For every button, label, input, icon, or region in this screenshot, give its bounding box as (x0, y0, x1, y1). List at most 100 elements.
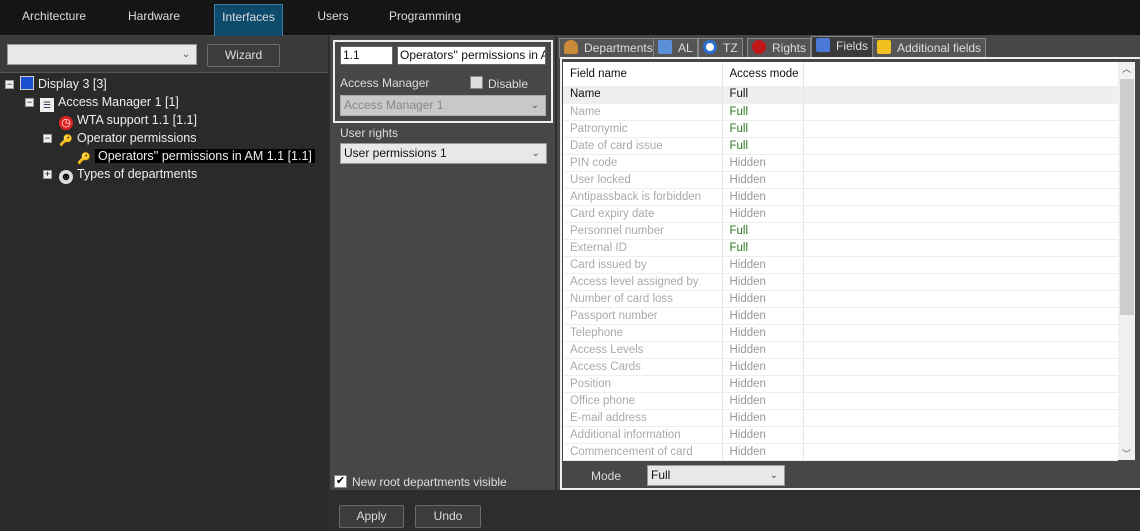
access-mode-cell[interactable]: Hidden (722, 205, 804, 223)
tab-architecture[interactable]: Architecture (14, 4, 94, 36)
table-row[interactable]: User locked Hidden (563, 171, 1118, 189)
table-row[interactable]: Commencement of card Hidden (563, 443, 1118, 461)
tree-node-types-of-departments[interactable]: ☻ Types of departments (59, 165, 197, 184)
departments-icon: ☻ (59, 170, 73, 184)
access-mode-cell[interactable]: Hidden (722, 341, 804, 359)
table-row[interactable]: Date of card issue Full (563, 137, 1118, 155)
table-row[interactable]: Office phone Hidden (563, 392, 1118, 410)
tree-node-access-manager[interactable]: ☰ Access Manager 1 [1] (40, 93, 179, 112)
field-name-cell: Number of card loss (563, 290, 723, 308)
access-mode-cell[interactable]: Hidden (722, 443, 804, 461)
access-mode-cell[interactable]: Full (722, 137, 804, 155)
table-row[interactable]: Antipassback is forbidden Hidden (563, 188, 1118, 206)
table-row[interactable]: Additional information Hidden (563, 426, 1118, 444)
apply-button[interactable]: Apply (339, 505, 404, 528)
tab-fields[interactable]: Fields (811, 36, 874, 58)
table-row[interactable]: PIN code Hidden (563, 154, 1118, 172)
expand-icon[interactable]: + (43, 170, 52, 179)
tab-tz[interactable]: TZ (698, 38, 743, 58)
scroll-down-icon[interactable]: ﹀ (1118, 447, 1135, 460)
new-root-departments-checkbox[interactable]: ✔ (334, 475, 347, 488)
table-row[interactable]: Card expiry date Hidden (563, 205, 1118, 223)
access-mode-cell[interactable]: Full (722, 86, 804, 104)
filler-cell (803, 222, 1118, 240)
field-name-cell: Card issued by (563, 256, 723, 274)
access-mode-cell[interactable]: Full (722, 103, 804, 121)
disable-checkbox[interactable] (470, 76, 483, 89)
access-mode-cell[interactable]: Full (722, 239, 804, 257)
name-input[interactable]: Operators'' permissions in AM 1.1 [1.1] (397, 46, 546, 65)
access-mode-cell[interactable]: Full (722, 120, 804, 138)
table-row[interactable]: Card issued by Hidden (563, 256, 1118, 274)
access-manager-combo[interactable]: Access Manager 1 ⌄ (340, 95, 546, 116)
scroll-up-icon[interactable]: ︿ (1118, 62, 1135, 75)
access-mode-cell[interactable]: Hidden (722, 426, 804, 444)
access-mode-cell[interactable]: Hidden (722, 188, 804, 206)
id-input[interactable]: 1.1 (340, 46, 393, 65)
tree-node-operator-permissions[interactable]: 🔑 Operator permissions (59, 129, 196, 147)
access-mode-cell[interactable]: Hidden (722, 256, 804, 274)
access-mode-cell[interactable]: Hidden (722, 375, 804, 393)
tab-programming[interactable]: Programming (385, 4, 465, 36)
tree-node-operators-permissions-am[interactable]: 🔑 Operators'' permissions in AM 1.1 [1.1] (77, 147, 315, 165)
tab-additional-fields[interactable]: Additional fields (872, 38, 987, 58)
tab-hardware[interactable]: Hardware (114, 4, 194, 36)
table-row[interactable]: Name Full (563, 86, 1118, 104)
object-filter-combo[interactable]: ⌄ (7, 44, 197, 65)
tab-users[interactable]: Users (300, 4, 366, 36)
field-name-cell: Access Levels (563, 341, 723, 359)
table-row[interactable]: Access Cards Hidden (563, 358, 1118, 376)
table-row[interactable]: Passport number Hidden (563, 307, 1118, 325)
table-row[interactable]: E-mail address Hidden (563, 409, 1118, 427)
tree-node-display[interactable]: Display 3 [3] (20, 75, 107, 93)
table-row[interactable]: Access level assigned by Hidden (563, 273, 1118, 291)
table-row[interactable]: External ID Full (563, 239, 1118, 257)
access-mode-cell[interactable]: Hidden (722, 273, 804, 291)
table-row[interactable]: Number of card loss Hidden (563, 290, 1118, 308)
column-header-access-mode[interactable]: Access mode (722, 62, 804, 86)
table-row[interactable]: Position Hidden (563, 375, 1118, 393)
scrollbar-thumb[interactable] (1120, 79, 1134, 315)
disable-label: Disable (488, 77, 529, 91)
field-name-cell: Commencement of card (563, 443, 723, 461)
new-root-departments-label: New root departments visible (352, 475, 507, 489)
field-name-cell: Additional information (563, 426, 723, 444)
table-row[interactable]: Personnel number Full (563, 222, 1118, 240)
access-mode-cell[interactable]: Hidden (722, 171, 804, 189)
access-mode-cell[interactable]: Hidden (722, 392, 804, 410)
access-mode-cell[interactable]: Full (722, 222, 804, 240)
field-name-cell: Telephone (563, 324, 723, 342)
properties-panel: 1.1 Operators'' permissions in AM 1.1 [1… (330, 36, 555, 490)
table-row[interactable]: Telephone Hidden (563, 324, 1118, 342)
filler-cell (803, 273, 1118, 291)
access-mode-cell[interactable]: Hidden (722, 154, 804, 172)
access-mode-cell[interactable]: Hidden (722, 290, 804, 308)
filler-cell (803, 426, 1118, 444)
undo-button[interactable]: Undo (415, 505, 481, 528)
tab-interfaces[interactable]: Interfaces (214, 4, 283, 36)
access-mode-cell[interactable]: Hidden (722, 307, 804, 325)
tab-al[interactable]: AL (653, 38, 698, 58)
tree-node-wta-support[interactable]: ◷ WTA support 1.1 [1.1] (59, 111, 197, 130)
filler-cell (803, 188, 1118, 206)
collapse-icon[interactable]: − (25, 98, 34, 107)
access-mode-cell[interactable]: Hidden (722, 324, 804, 342)
field-name-cell: Card expiry date (563, 205, 723, 223)
collapse-icon[interactable]: − (43, 134, 52, 143)
collapse-icon[interactable]: − (5, 80, 14, 89)
field-name-cell: Office phone (563, 392, 723, 410)
filler-cell (803, 392, 1118, 410)
table-row[interactable]: Access Levels Hidden (563, 341, 1118, 359)
top-tab-bar: Architecture Hardware Interfaces Users P… (0, 0, 1140, 36)
tab-rights[interactable]: Rights (747, 38, 812, 58)
column-header-field-name[interactable]: Field name (563, 62, 723, 86)
access-mode-cell[interactable]: Hidden (722, 358, 804, 376)
chevron-down-icon: ⌄ (531, 148, 540, 159)
wizard-button[interactable]: Wizard (207, 44, 280, 67)
table-row[interactable]: Name Full (563, 103, 1118, 121)
access-mode-cell[interactable]: Hidden (722, 409, 804, 427)
tab-departments[interactable]: Departments (559, 38, 658, 58)
table-row[interactable]: Patronymic Full (563, 120, 1118, 138)
user-rights-combo[interactable]: User permissions 1 ⌄ (340, 143, 547, 164)
mode-combo[interactable]: Full ⌄ (647, 465, 785, 486)
